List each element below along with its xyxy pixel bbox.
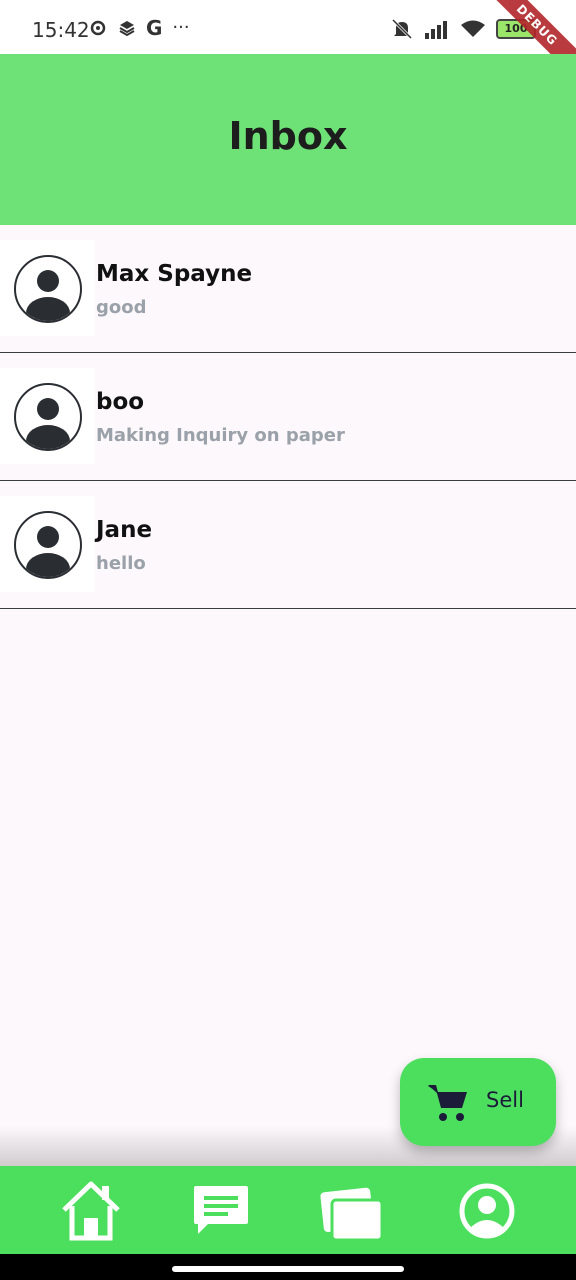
- system-navigation-bar: [0, 1254, 576, 1280]
- layers-icon: [119, 21, 135, 37]
- status-right-icons: 100: [390, 18, 536, 40]
- nav-messages[interactable]: [186, 1176, 256, 1246]
- google-icon: G: [146, 16, 163, 40]
- sell-label: Sell: [486, 1088, 524, 1112]
- chat-icon: [194, 1186, 248, 1234]
- nav-listings[interactable]: [316, 1176, 386, 1246]
- avatar-icon: [14, 511, 82, 579]
- profile-icon: [459, 1183, 515, 1239]
- home-indicator[interactable]: [172, 1266, 404, 1272]
- avatar-container: [0, 240, 95, 336]
- page-title: Inbox: [228, 114, 348, 158]
- signal-icon: [425, 21, 447, 39]
- conversation-preview: Making Inquiry on paper: [96, 425, 345, 446]
- avatar-container: [0, 368, 95, 464]
- home-icon: [62, 1181, 120, 1241]
- cards-icon: [320, 1187, 384, 1242]
- nav-profile[interactable]: [452, 1176, 522, 1246]
- list-item[interactable]: boo Making Inquiry on paper: [0, 353, 576, 481]
- cart-icon: [428, 1085, 467, 1121]
- avatar-icon: [14, 383, 82, 451]
- status-bar: 15:42 G ··· 100 DEBUG: [0, 0, 576, 86]
- mute-icon: [391, 18, 413, 40]
- bottom-nav: [0, 1166, 576, 1254]
- settings-icon: [90, 20, 106, 36]
- avatar-container: [0, 496, 95, 592]
- conversation-name: Jane: [96, 517, 153, 543]
- status-time: 15:42: [32, 18, 90, 42]
- conversation-name: Max Spayne: [96, 261, 253, 287]
- conversation-preview: hello: [96, 553, 146, 574]
- more-icon: ···: [172, 17, 190, 38]
- avatar-icon: [14, 255, 82, 323]
- status-left-icons: G ···: [88, 18, 190, 38]
- list-item[interactable]: Jane hello: [0, 481, 576, 609]
- list-item[interactable]: Max Spayne good: [0, 225, 576, 353]
- inbox-list: Max Spayne good boo Making Inquiry on pa…: [0, 225, 576, 609]
- conversation-preview: good: [96, 297, 147, 318]
- conversation-name: boo: [96, 389, 145, 415]
- wifi-icon: [461, 20, 485, 37]
- nav-home[interactable]: [56, 1176, 126, 1246]
- app-bar: Inbox: [0, 54, 576, 225]
- sell-button[interactable]: Sell: [400, 1058, 556, 1146]
